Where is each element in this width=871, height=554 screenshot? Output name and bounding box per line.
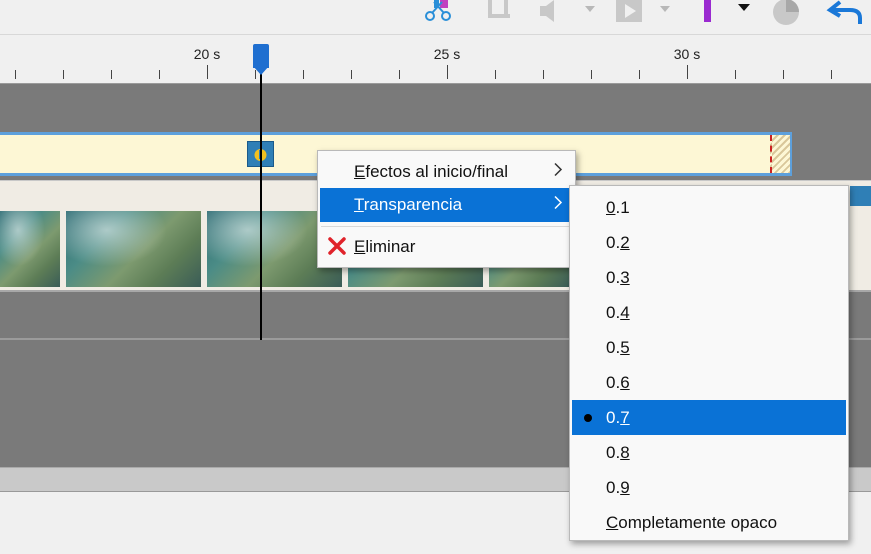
ruler-tick: [543, 70, 544, 79]
ruler-tick: [639, 70, 640, 79]
submenu-item-accel: C: [606, 512, 619, 532]
submenu-item-prefix: 0.: [606, 477, 621, 497]
menu-item-label: fectos al inicio/final: [365, 162, 509, 181]
menu-item-accel: E: [354, 162, 366, 181]
ruler-tick: [399, 70, 400, 79]
submenu-item-accel: 5: [620, 337, 630, 357]
ruler-tick: [159, 70, 160, 79]
submenu-item-rest: .1: [615, 197, 630, 217]
ruler-tick: [591, 70, 592, 79]
ruler-label-25s: 25 s: [433, 46, 461, 62]
submenu-item-accel: 6: [620, 372, 630, 392]
submenu-item-rest: ompletamente opaco: [618, 512, 778, 532]
marker-dropdown-icon[interactable]: [736, 0, 752, 26]
submenu-item-transparency-option[interactable]: 0.4: [572, 295, 846, 330]
menu-item-transparency[interactable]: Transparencia: [320, 188, 573, 222]
submenu-item-prefix: 0.: [606, 267, 621, 287]
playhead-handle-tip[interactable]: [253, 66, 269, 75]
ruler-tick: [783, 70, 784, 79]
ruler-tick: [63, 70, 64, 79]
selected-bullet-icon: [584, 413, 592, 422]
submenu-item-transparency-option[interactable]: 0.8: [572, 435, 846, 470]
playback-dropdown-icon[interactable]: [658, 0, 672, 26]
ruler-tick: [687, 65, 688, 79]
submenu-item-prefix: 0.: [606, 232, 621, 252]
video-thumbnail: [0, 211, 60, 287]
submenu-item-prefix: 0.: [606, 372, 621, 392]
submenu-item-accel: 9: [620, 477, 630, 497]
ruler-label-30s: 30 s: [673, 46, 701, 62]
red-x-icon: [328, 237, 346, 260]
ruler-tick: [735, 70, 736, 79]
ruler-tick: [831, 70, 832, 79]
video-clip-icon: [850, 186, 871, 206]
marker-icon[interactable]: [700, 0, 716, 26]
menu-separator: [321, 226, 572, 227]
submenu-item-accel: 2: [620, 232, 630, 252]
submenu-item-accel: 3: [620, 267, 630, 287]
timeline-ruler[interactable]: 20 s 25 s 30 s: [0, 34, 871, 84]
ruler-label-20s: 20 s: [193, 46, 221, 62]
submenu-item-transparency-option[interactable]: 0.3: [572, 260, 846, 295]
submenu-item-transparency-option[interactable]: 0.7: [572, 400, 846, 435]
menu-item-accel: T: [354, 195, 364, 214]
transparency-submenu: 0.1 0.2 0.3 0.4 0.5 0.6 0.7 0.8 0.9 Completamente…: [569, 185, 849, 541]
submenu-item-transparency-option[interactable]: 0.5: [572, 330, 846, 365]
playhead-line[interactable]: [260, 66, 262, 340]
menu-item-delete[interactable]: Eliminar: [320, 230, 573, 264]
context-menu: Efectos al inicio/final Transparencia El…: [317, 150, 576, 268]
video-thumbnail: [66, 211, 201, 287]
submenu-item-accel: 8: [620, 442, 630, 462]
submenu-item-transparency-option[interactable]: 0.6: [572, 365, 846, 400]
menu-item-label: liminar: [365, 237, 416, 256]
ruler-tick: [447, 65, 448, 79]
submenu-item-prefix: 0.: [606, 337, 621, 357]
submenu-item-transparency-option[interactable]: 0.9: [572, 470, 846, 505]
scissors-split-icon[interactable]: [420, 0, 456, 26]
submenu-item-accel: 7: [620, 407, 630, 427]
ruler-tick: [15, 70, 16, 79]
ruler-tick: [495, 70, 496, 79]
submenu-item-prefix: 0.: [606, 407, 621, 427]
submenu-item-accel: 4: [620, 302, 630, 322]
submenu-item-prefix: 0.: [606, 302, 621, 322]
chevron-right-icon: [553, 195, 563, 215]
submenu-item-transparency-option[interactable]: Completamente opaco: [572, 505, 846, 540]
chevron-right-icon: [553, 162, 563, 182]
playhead-handle[interactable]: [253, 44, 269, 68]
ruler-tick: [303, 70, 304, 79]
menu-item-label: ransparencia: [363, 195, 463, 214]
crop-icon[interactable]: [482, 0, 514, 26]
menu-item-accel: E: [354, 237, 366, 256]
playback-icon[interactable]: [614, 0, 648, 26]
volume-dropdown-icon[interactable]: [583, 0, 597, 26]
effect-icon[interactable]: [770, 0, 804, 26]
submenu-item-transparency-option[interactable]: 0.1: [572, 190, 846, 225]
ruler-tick: [111, 70, 112, 79]
submenu-item-transparency-option[interactable]: 0.2: [572, 225, 846, 260]
submenu-item-prefix: 0.: [606, 442, 621, 462]
timeline-track-empty[interactable]: [0, 84, 871, 131]
menu-item-effects[interactable]: Efectos al inicio/final: [320, 155, 573, 189]
ruler-tick: [207, 65, 208, 79]
ruler-tick: [351, 70, 352, 79]
toolbar: [0, 0, 871, 34]
undo-icon[interactable]: [826, 0, 866, 26]
clip-fade-end-marker[interactable]: [770, 135, 790, 173]
volume-icon[interactable]: [536, 0, 566, 26]
